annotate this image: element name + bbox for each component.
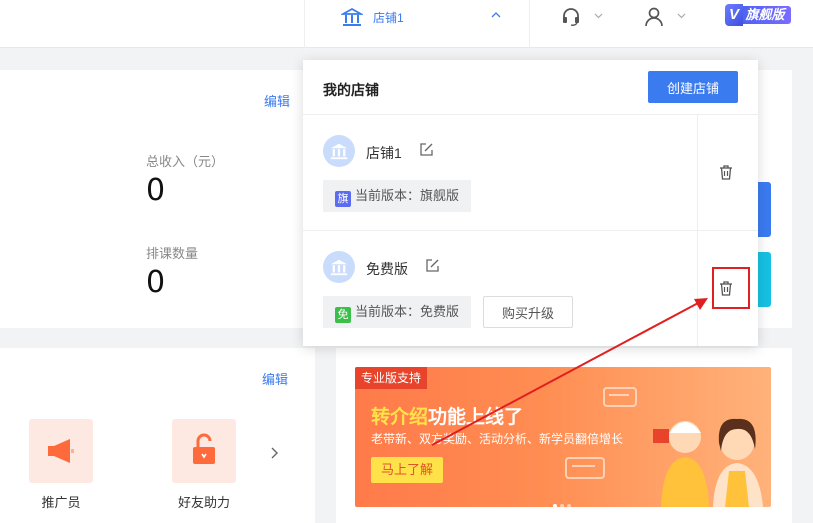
shop-switcher[interactable]: 店铺1 <box>304 0 530 48</box>
shop-actions <box>697 115 758 230</box>
carousel-dots[interactable] <box>553 495 574 507</box>
bank-icon <box>330 143 348 160</box>
banner-subtitle: 老带新、双方奖励、活动分析、新学员翻倍增长 <box>371 432 624 446</box>
banner-cta-button[interactable]: 马上了解 <box>371 457 443 483</box>
shop-dropdown: 我的店铺 创建店铺 店铺1 旗当前版本：旗舰版 免费版 免 当前版本：免费版 购… <box>303 60 758 346</box>
tool-label: 好友助力 <box>177 495 230 510</box>
upgrade-button[interactable]: 购买升级 <box>483 296 573 328</box>
stat-label: 总收入（元） <box>146 154 225 169</box>
current-shop-name: 店铺1 <box>373 11 404 25</box>
shop-name: 店铺1 <box>366 145 402 161</box>
shop-avatar <box>323 135 355 167</box>
chevron-down-icon[interactable] <box>594 11 603 20</box>
edit-pencil-icon[interactable] <box>425 258 440 273</box>
chevron-down-icon[interactable] <box>677 11 686 20</box>
banner-tag: 专业版支持 <box>355 367 428 389</box>
tool-tile-promoter[interactable] <box>29 419 93 483</box>
chevron-up-icon <box>491 12 501 18</box>
illustration-people <box>653 418 763 507</box>
promo-banner[interactable]: 专业版支持 转介绍功能上线了 老带新、双方奖励、活动分析、新学员翻倍增长 马上了… <box>355 367 771 507</box>
unlock-gift-icon <box>193 433 215 464</box>
version-text: 当前版本：免费版 <box>355 304 460 319</box>
vip-label: 旗舰版 <box>739 6 791 24</box>
stat-value: 0 <box>146 265 166 300</box>
stat-value: 0 <box>146 173 166 208</box>
shop-row[interactable]: 店铺1 旗当前版本：旗舰版 <box>303 115 758 231</box>
version-label: 免当前版本：免费版 <box>323 296 472 328</box>
overview-edit-link[interactable]: 编辑 <box>264 91 290 110</box>
chat-bubble-icon <box>603 387 637 407</box>
shop-avatar <box>323 251 355 283</box>
dropdown-title: 我的店铺 <box>323 82 379 98</box>
tools-card: 编辑 推广员 好友助力 <box>0 348 315 523</box>
user-icon[interactable] <box>643 5 665 27</box>
stat-label: 排课数量 <box>146 246 199 261</box>
tool-tile-friend-help[interactable] <box>172 419 236 483</box>
version-badge: 免 <box>335 307 351 323</box>
banner-title: 转介绍功能上线了 <box>371 402 523 429</box>
version-text: 当前版本：旗舰版 <box>355 188 460 203</box>
edit-pencil-icon[interactable] <box>419 142 434 157</box>
version-label: 旗当前版本：旗舰版 <box>323 180 472 212</box>
version-badge: 旗 <box>335 191 351 207</box>
vip-badge: 旗舰版 V <box>725 4 791 26</box>
tool-label: 推广员 <box>41 495 81 510</box>
headset-icon[interactable] <box>560 5 582 27</box>
overview-card: 编辑 总收入（元） 0 排课数量 0 <box>0 70 315 328</box>
bank-icon <box>330 259 348 276</box>
bank-icon <box>341 7 363 26</box>
megaphone-icon <box>48 439 74 463</box>
vip-letter: V <box>725 4 743 26</box>
dropdown-header: 我的店铺 创建店铺 <box>303 60 758 115</box>
shop-row[interactable]: 免费版 免当前版本：免费版 购买升级 <box>303 231 758 347</box>
create-shop-button[interactable]: 创建店铺 <box>648 71 738 103</box>
tools-edit-link[interactable]: 编辑 <box>262 369 288 388</box>
trash-icon[interactable] <box>719 165 733 180</box>
annotation-highlight-box <box>712 267 750 309</box>
shop-name: 免费版 <box>366 261 408 277</box>
banner-title-rest: 功能上线了 <box>428 407 524 428</box>
banner-title-highlight: 转介绍 <box>371 407 429 428</box>
top-header: 店铺1 旗舰版 V <box>0 0 813 48</box>
chat-bubble-icon <box>565 457 605 479</box>
chevron-right-icon[interactable] <box>270 446 280 460</box>
